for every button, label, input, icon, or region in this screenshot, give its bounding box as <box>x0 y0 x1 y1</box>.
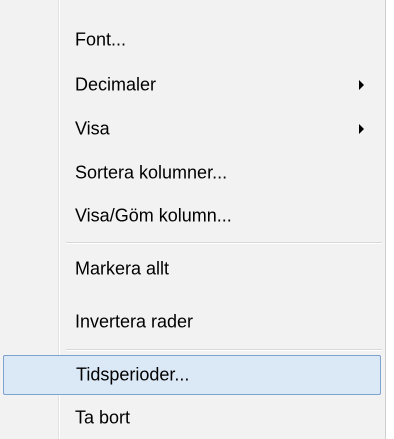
submenu-arrow-icon <box>359 80 364 90</box>
menu-item-visa[interactable]: Visa <box>0 109 386 149</box>
menu-item-font[interactable]: Font... <box>0 20 386 60</box>
menu-item-invertera-rader[interactable]: Invertera rader <box>0 302 386 342</box>
menu-item-tidsperioder[interactable]: Tidsperioder... <box>3 355 381 395</box>
menu-item-label: Invertera rader <box>75 311 194 332</box>
menu-item-markera-allt[interactable]: Markera allt <box>0 249 386 289</box>
submenu-arrow-icon <box>359 124 364 134</box>
menu-item-label: Markera allt <box>75 258 170 279</box>
menu-item-label: Tidsperioder... <box>76 364 190 385</box>
menu-item-decimaler[interactable]: Decimaler <box>0 65 386 105</box>
menu-item-label: Visa/Göm kolumn... <box>75 205 232 226</box>
menu-item-label: Decimaler <box>75 74 157 95</box>
menu-separator <box>66 242 382 244</box>
context-menu: Font... Decimaler Visa Sortera kolumner.… <box>0 0 386 439</box>
menu-item-label: Ta bort <box>75 407 131 428</box>
menu-item-label: Sortera kolumner... <box>75 162 228 183</box>
menu-item-sortera-kolumner[interactable]: Sortera kolumner... <box>0 153 386 193</box>
menu-item-visa-gom-kolumn[interactable]: Visa/Göm kolumn... <box>0 196 386 236</box>
menu-item-label: Visa <box>75 118 110 139</box>
menu-item-label: Font... <box>75 29 127 50</box>
menu-separator <box>66 349 382 351</box>
menu-item-ta-bort[interactable]: Ta bort <box>0 398 386 438</box>
